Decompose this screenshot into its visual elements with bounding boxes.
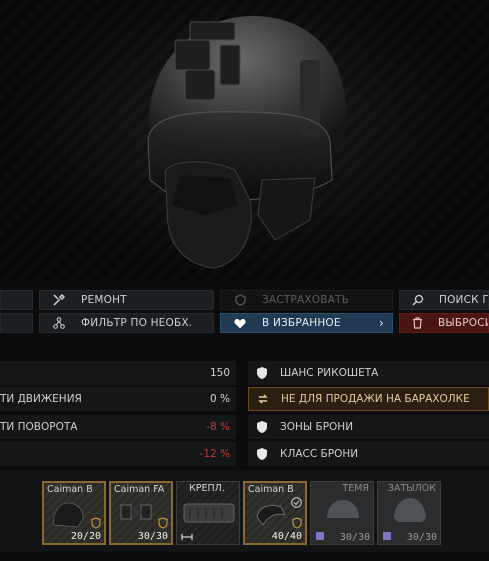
slot-durability: 30/30 (406, 532, 437, 543)
slot-caiman-ballistic-applique[interactable]: Caiman B 20/20 (42, 481, 106, 545)
stat-row: ТИ ПОВОРОТА -8 % (0, 415, 236, 439)
fixed-arm-item-icon (120, 504, 152, 520)
stat-row: ТИ ДВИЖЕНИЯ 0 % (0, 387, 236, 411)
slot-name: Caiman B (248, 484, 294, 495)
helmet-image (147, 15, 346, 269)
armor-badge-icon (91, 517, 101, 529)
insure-button[interactable]: ЗАСТРАХОВАТЬ (220, 290, 393, 310)
slot-mount[interactable]: КРЕПЛ. (176, 481, 240, 545)
armor-badge-icon (158, 517, 168, 529)
stat-value: -12 % (199, 448, 230, 460)
insure-label: ЗАСТРАХОВАТЬ (262, 294, 350, 306)
stat-row: -12 % (0, 442, 236, 466)
discard-button[interactable]: ВЫБРОСИ (399, 313, 489, 333)
filter-by-need-button[interactable]: ФИЛЬТР ПО НЕОБХ. (39, 313, 214, 333)
slot-durability: 30/30 (339, 532, 370, 543)
slot-durability: 30/30 (137, 531, 168, 542)
shield-outline-icon (233, 293, 247, 307)
stat-row: 150 (0, 361, 236, 385)
shield-icon (257, 367, 267, 379)
action-button-partial-2[interactable] (0, 313, 33, 333)
slot-name: Caiman B (47, 484, 93, 495)
ricochet-chance-row[interactable]: ШАНС РИКОШЕТА (248, 361, 489, 385)
shield-icon (257, 448, 267, 460)
repair-button[interactable]: РЕМОНТ (39, 290, 214, 310)
chevron-right-icon: › (379, 316, 384, 330)
stat-label: ТИ ДВИЖЕНИЯ (0, 393, 82, 405)
filter-by-need-label: ФИЛЬТР ПО НЕОБХ. (81, 317, 193, 329)
helmet-top-plate-icon (327, 500, 359, 518)
armor-badge-icon (292, 517, 302, 529)
stat-label: ЗОНЫ БРОНИ (280, 421, 354, 433)
item-preview (0, 0, 489, 280)
shield-icon (257, 421, 267, 433)
slot-name: КРЕПЛ. (189, 483, 225, 494)
magnifier-icon (412, 293, 424, 307)
stat-label: ШАНС РИКОШЕТА (280, 367, 379, 379)
slot-helmet-back[interactable]: ЗАТЫЛОК 30/30 (377, 481, 441, 545)
slot-durability: 20/20 (70, 531, 101, 542)
repair-tools-icon (52, 293, 66, 307)
attachment-rail-icon (181, 534, 193, 540)
repair-label: РЕМОНТ (81, 294, 127, 306)
slot-name: Caiman FA (114, 484, 165, 495)
stat-label: КЛАСС БРОНИ (280, 448, 359, 460)
slot-helmet-top[interactable]: ТЕМЯ 30/30 (310, 481, 374, 545)
trash-icon (412, 316, 423, 330)
slot-caiman-fixed-arm[interactable]: Caiman FA 30/30 (109, 481, 173, 545)
slot-name: ЗАТЫЛОК (387, 483, 436, 494)
armor-zones-row[interactable]: ЗОНЫ БРОНИ (248, 415, 489, 439)
stat-label: ТИ ПОВОРОТА (0, 421, 78, 433)
applique-item-icon (53, 502, 84, 528)
stat-value: -8 % (206, 421, 230, 433)
mount-item-icon (183, 503, 235, 523)
helmet-back-plate-icon (394, 498, 426, 522)
stat-value: 0 % (210, 393, 230, 405)
stat-label: НЕ ДЛЯ ПРОДАЖИ НА БАРАХОЛКЕ (281, 393, 470, 405)
lock-icon (383, 532, 391, 540)
filter-nodes-icon (52, 316, 66, 330)
stat-value: 150 (209, 367, 230, 379)
slot-caiman-ballistic-applique-2[interactable]: Caiman B 40/40 (243, 481, 307, 545)
search-label: ПОИСК ПО (439, 294, 488, 306)
add-to-favorites-button[interactable]: В ИЗБРАННОЕ › (220, 313, 393, 333)
checkmark-icon (291, 497, 302, 508)
search-button[interactable]: ПОИСК ПО (399, 290, 489, 310)
applique-item-icon (256, 504, 286, 526)
action-button-partial[interactable] (0, 290, 33, 310)
add-to-favorites-label: В ИЗБРАННОЕ (262, 317, 341, 329)
not-for-flea-market-row[interactable]: НЕ ДЛЯ ПРОДАЖИ НА БАРАХОЛКЕ (248, 387, 489, 411)
slot-name: ТЕМЯ (342, 483, 369, 494)
discard-label: ВЫБРОСИ (438, 317, 489, 329)
exchange-arrows-icon (258, 394, 268, 404)
lock-icon (316, 532, 324, 540)
heart-icon (233, 316, 247, 330)
slot-durability: 40/40 (271, 531, 302, 542)
armor-class-row[interactable]: КЛАСС БРОНИ (248, 442, 489, 466)
